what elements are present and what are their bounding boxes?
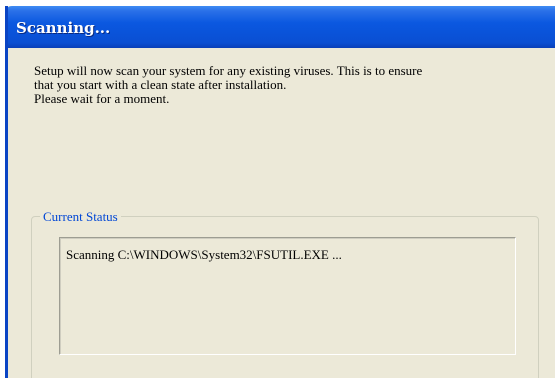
scanning-dialog: Scanning... Setup will now scan your sys… [5,6,555,378]
scan-message: Setup will now scan your system for any … [34,64,544,106]
status-textbox: Scanning C:\WINDOWS\System32\FSUTIL.EXE … [59,237,516,355]
scanning-status-text: Scanning C:\WINDOWS\System32\FSUTIL.EXE … [66,247,342,262]
window-title: Scanning... [16,19,111,37]
current-status-label: Current Status [40,209,121,225]
title-bar[interactable]: Scanning... [8,6,555,48]
message-line-2: that you start with a clean state after … [34,77,287,92]
message-line-3: Please wait for a moment. [34,91,170,106]
message-line-1: Setup will now scan your system for any … [34,63,423,78]
